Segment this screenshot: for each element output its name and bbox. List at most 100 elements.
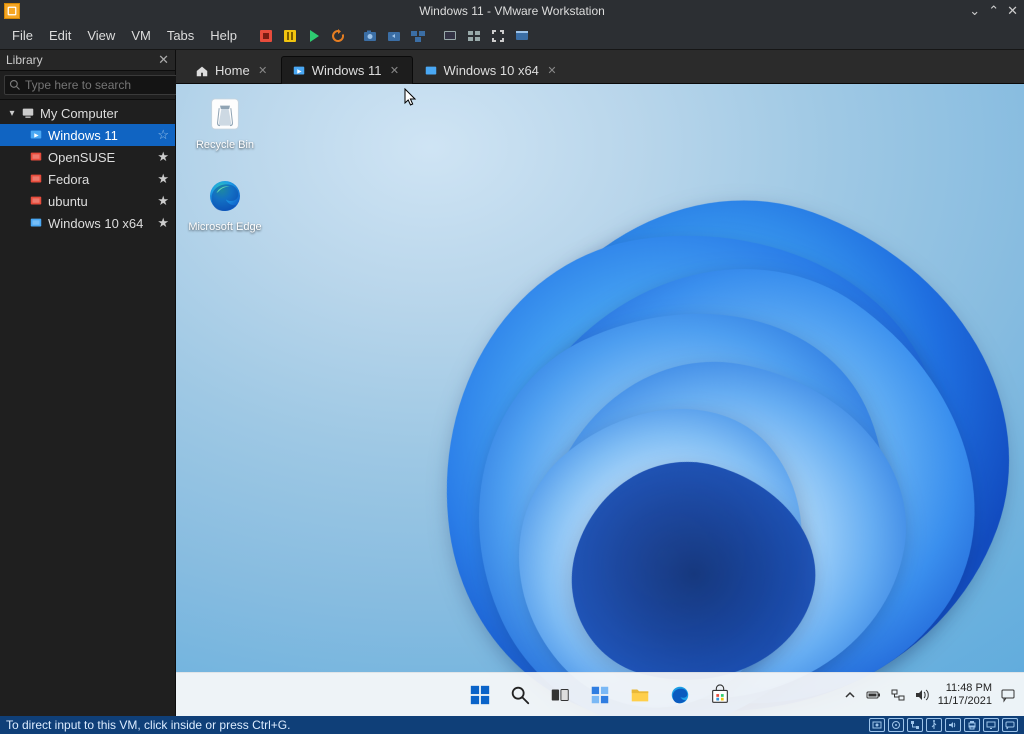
vm-icon: [28, 171, 44, 187]
task-view-icon: [549, 684, 571, 706]
library-tree: ▾ My Computer Windows 11 ☆ OpenSUSE ★ Fe…: [0, 100, 175, 716]
widgets-icon: [589, 684, 611, 706]
tray-overflow-button[interactable]: [842, 687, 858, 703]
star-icon[interactable]: ★: [157, 193, 169, 209]
tree-root-label: My Computer: [40, 106, 118, 121]
tree-item-label: Windows 10 x64: [48, 216, 143, 231]
vm-icon: [28, 149, 44, 165]
desktop-icon-microsoft-edge[interactable]: Microsoft Edge: [188, 174, 262, 233]
device-usb-icon[interactable]: [926, 718, 942, 732]
taskbar-file-explorer-button[interactable]: [627, 682, 653, 708]
menu-edit[interactable]: Edit: [41, 24, 79, 47]
edge-icon: [203, 174, 247, 218]
device-hdd-icon[interactable]: [869, 718, 885, 732]
vm-icon: [28, 215, 44, 231]
toolbar-thumbnail-view-button[interactable]: [463, 26, 485, 46]
guest-system-tray: 11:48 PM 11/17/2021: [842, 682, 1016, 707]
device-cd-icon[interactable]: [888, 718, 904, 732]
vm-icon: [424, 64, 438, 78]
star-outline-icon[interactable]: ☆: [157, 127, 169, 143]
toolbar-snapshot-manager-button[interactable]: [407, 26, 429, 46]
taskbar-search-button[interactable]: [507, 682, 533, 708]
star-icon[interactable]: ★: [157, 215, 169, 231]
toolbar-power-on-button[interactable]: [303, 26, 325, 46]
guest-taskbar: 11:48 PM 11/17/2021: [176, 672, 1024, 716]
vm-running-icon: [28, 127, 44, 143]
toolbar-unity-button[interactable]: [511, 26, 533, 46]
star-icon[interactable]: ★: [157, 171, 169, 187]
toolbar-suspend-button[interactable]: [279, 26, 301, 46]
host-maximize-button[interactable]: ⌃: [988, 3, 999, 19]
desktop-icon-label: Microsoft Edge: [188, 221, 262, 233]
tray-time: 11:48 PM: [938, 682, 992, 695]
tree-item-fedora[interactable]: Fedora ★: [0, 168, 175, 190]
taskbar-task-view-button[interactable]: [547, 682, 573, 708]
toolbar-console-view-button[interactable]: [439, 26, 461, 46]
tree-item-ubuntu[interactable]: ubuntu ★: [0, 190, 175, 212]
tree-item-label: Fedora: [48, 172, 89, 187]
taskbar-microsoft-store-button[interactable]: [707, 682, 733, 708]
host-statusbar: To direct input to this VM, click inside…: [0, 716, 1024, 734]
device-display-icon[interactable]: [983, 718, 999, 732]
tree-item-label: Windows 11: [48, 128, 118, 143]
toolbar-revert-snapshot-button[interactable]: [383, 26, 405, 46]
menu-vm[interactable]: VM: [123, 24, 159, 47]
search-icon: [9, 79, 21, 91]
library-header: Library ✕: [0, 50, 175, 71]
desktop-icon-recycle-bin[interactable]: Recycle Bin: [188, 92, 262, 151]
tab-close-button[interactable]: ✕: [388, 64, 402, 78]
tab-label: Home: [215, 63, 250, 78]
tab-windows-10-x64[interactable]: Windows 10 x64 ✕: [413, 56, 570, 84]
toolbar-power-off-button[interactable]: [255, 26, 277, 46]
disclosure-triangle-icon: ▾: [6, 108, 18, 119]
library-close-button[interactable]: ✕: [158, 52, 169, 68]
vm-icon: [28, 193, 44, 209]
guest-vm-display[interactable]: Recycle Bin: [176, 84, 1024, 716]
taskbar-widgets-button[interactable]: [587, 682, 613, 708]
menu-help[interactable]: Help: [202, 24, 245, 47]
library-search-box[interactable]: [4, 75, 185, 95]
tray-notifications-button[interactable]: [1000, 687, 1016, 703]
desktop-icon-label: Recycle Bin: [188, 139, 262, 151]
statusbar-hint: To direct input to this VM, click inside…: [6, 718, 290, 732]
computer-icon: [20, 105, 36, 121]
device-sound-icon[interactable]: [945, 718, 961, 732]
search-icon: [509, 684, 531, 706]
tab-close-button[interactable]: ✕: [256, 64, 270, 78]
tree-item-windows-10-x64[interactable]: Windows 10 x64 ★: [0, 212, 175, 234]
toolbar-fullscreen-button[interactable]: [487, 26, 509, 46]
library-sidebar: Library ✕ ▾ My Computer Windows 11 ☆: [0, 50, 176, 716]
tab-windows-11[interactable]: Windows 11 ✕: [281, 56, 413, 84]
file-explorer-icon: [629, 684, 651, 706]
device-printer-icon[interactable]: [964, 718, 980, 732]
tree-root-my-computer[interactable]: ▾ My Computer: [0, 102, 175, 124]
host-minimize-button[interactable]: ⌄: [969, 3, 980, 19]
tree-item-opensuse[interactable]: OpenSUSE ★: [0, 146, 175, 168]
taskbar-start-button[interactable]: [467, 682, 493, 708]
vm-tabs: Home ✕ Windows 11 ✕ Windows 10 x64 ✕: [176, 50, 1024, 84]
tray-date: 11/17/2021: [938, 695, 992, 708]
toolbar-snapshot-button[interactable]: [359, 26, 381, 46]
star-icon[interactable]: ★: [157, 149, 169, 165]
menu-file[interactable]: File: [4, 24, 41, 47]
host-window-title: Windows 11 - VMware Workstation: [0, 4, 1024, 18]
main-area: Home ✕ Windows 11 ✕ Windows 10 x64 ✕: [176, 50, 1024, 716]
host-close-button[interactable]: ✕: [1007, 3, 1018, 19]
tray-volume-icon[interactable]: [914, 687, 930, 703]
tray-network-icon[interactable]: [890, 687, 906, 703]
tree-item-windows-11[interactable]: Windows 11 ☆: [0, 124, 175, 146]
taskbar-edge-button[interactable]: [667, 682, 693, 708]
tab-label: Windows 11: [312, 63, 382, 78]
library-search-input[interactable]: [25, 78, 180, 92]
tree-item-label: OpenSUSE: [48, 150, 115, 165]
statusbar-message-icon[interactable]: [1002, 718, 1018, 732]
tab-home[interactable]: Home ✕: [184, 56, 281, 84]
menu-tabs[interactable]: Tabs: [159, 24, 202, 47]
device-network-icon[interactable]: [907, 718, 923, 732]
menu-view[interactable]: View: [79, 24, 123, 47]
toolbar-restart-button[interactable]: [327, 26, 349, 46]
tab-close-button[interactable]: ✕: [545, 64, 559, 78]
tray-clock[interactable]: 11:48 PM 11/17/2021: [938, 682, 992, 707]
vm-running-icon: [292, 64, 306, 78]
tray-battery-icon[interactable]: [866, 687, 882, 703]
